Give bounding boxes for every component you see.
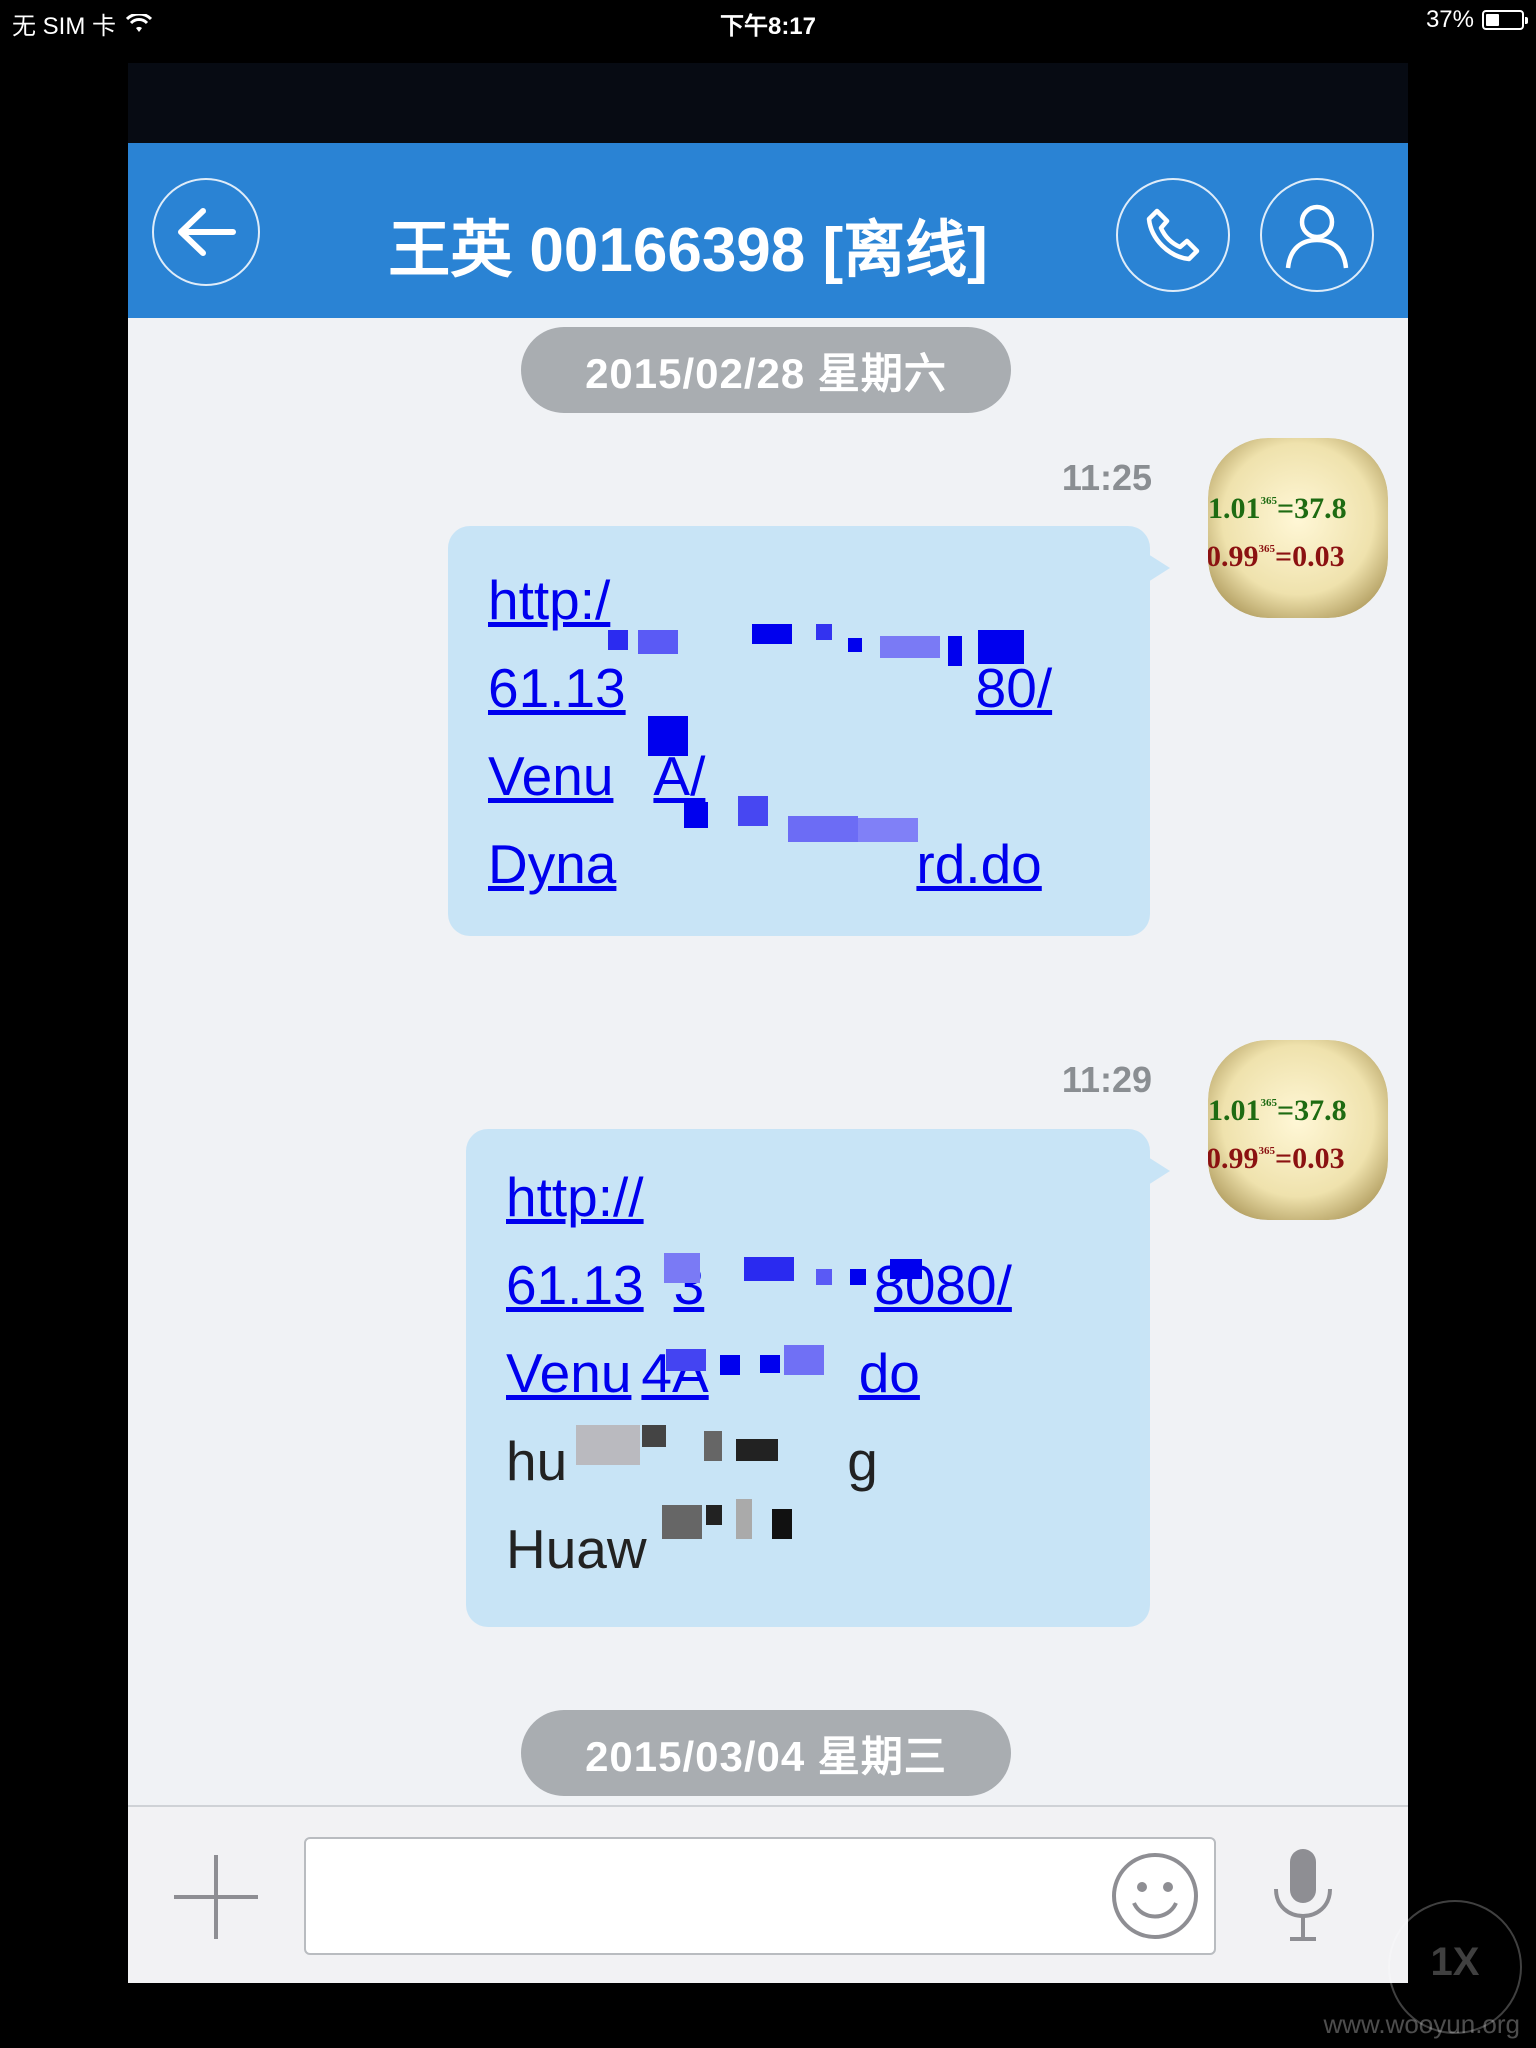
add-attachment-button[interactable] bbox=[170, 1851, 262, 1943]
avatar[interactable]: 1.01365=37.8 0.99365=0.03 bbox=[1208, 438, 1388, 618]
svg-text:0.99365=0.03: 0.99365=0.03 bbox=[1208, 1142, 1345, 1175]
status-bar: 无 SIM 卡 下午8:17 37% bbox=[0, 0, 1536, 40]
svg-text:0.99365=0.03: 0.99365=0.03 bbox=[1208, 540, 1345, 573]
avatar-text: 0.99 bbox=[1208, 540, 1259, 573]
call-button[interactable] bbox=[1116, 178, 1230, 292]
user-icon bbox=[1285, 204, 1349, 269]
message-link[interactable]: Venu 4A do bbox=[506, 1329, 1150, 1417]
message-bubble[interactable]: http:// 61.13 3 8080/ Venu 4A do hu g Huaw bbox=[466, 1129, 1170, 1627]
plus-icon bbox=[174, 1855, 258, 1939]
chat-header: 王英 00166398 [离线] bbox=[128, 143, 1408, 318]
watermark-text: www.wooyun.org bbox=[1323, 2009, 1520, 2039]
contact-profile-button[interactable] bbox=[1260, 178, 1374, 292]
message-composer bbox=[128, 1805, 1408, 1983]
avatar-text: 0.99 bbox=[1208, 1142, 1259, 1175]
message-link[interactable]: Venu A/ bbox=[488, 732, 1150, 820]
date-separator: 2015/03/04 星期三 bbox=[521, 1710, 1011, 1796]
back-arrow-icon bbox=[178, 208, 236, 256]
message-link[interactable]: 61.13 80/ bbox=[488, 644, 1150, 732]
message-time: 11:25 bbox=[1061, 457, 1152, 498]
date-separator: 2015/02/28 星期六 bbox=[521, 327, 1011, 413]
page-title: 王英 00166398 [离线] bbox=[388, 216, 988, 285]
message-input[interactable] bbox=[324, 1857, 1088, 1939]
battery-percent: 37% bbox=[1425, 6, 1474, 33]
battery-icon bbox=[1482, 10, 1528, 30]
back-button[interactable] bbox=[152, 178, 260, 286]
message-input-box[interactable] bbox=[304, 1837, 1216, 1955]
avatar-text: 1.01 bbox=[1208, 1094, 1261, 1127]
avatar[interactable]: 1.01365=37.8 0.99365=0.03 bbox=[1208, 1040, 1388, 1220]
svg-text:1.01365=37.8: 1.01365=37.8 bbox=[1208, 1094, 1347, 1127]
message-bubble[interactable]: http:/ 61.13 80/ Venu A/ Dyna rd.do bbox=[448, 526, 1170, 936]
chat-app: 王英 00166398 [离线] 2015/02/28 星期六 11:25 1.… bbox=[128, 63, 1408, 1983]
message-text: Huaw bbox=[506, 1518, 647, 1580]
clock: 下午8:17 bbox=[719, 13, 817, 40]
top-strip bbox=[128, 63, 1408, 143]
avatar-text: 1.01 bbox=[1208, 492, 1261, 525]
phone-icon bbox=[1146, 208, 1200, 262]
smiley-icon bbox=[1112, 1853, 1198, 1939]
message-time: 11:29 bbox=[1061, 1059, 1152, 1100]
emoji-button[interactable] bbox=[1110, 1851, 1200, 1941]
svg-text:1.01365=37.8: 1.01365=37.8 bbox=[1208, 492, 1347, 525]
microphone-icon bbox=[1274, 1849, 1332, 1941]
message-link[interactable]: 61.13 3 8080/ bbox=[506, 1241, 1150, 1329]
voice-input-button[interactable] bbox=[1268, 1845, 1338, 1945]
message-link[interactable]: http:// bbox=[506, 1153, 1150, 1241]
